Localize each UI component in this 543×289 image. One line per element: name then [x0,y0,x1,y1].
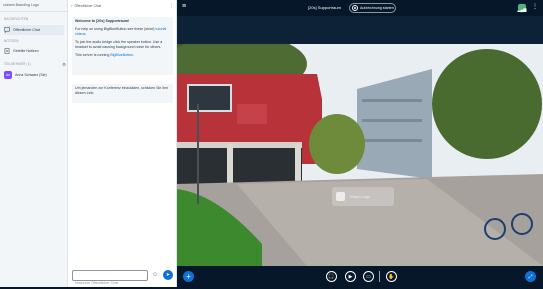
watermark-text: Vitapin Logo [350,194,370,199]
welcome-server: This server is running BigBlueButton. [75,53,135,57]
record-button[interactable]: Aufzeichnung starten [349,3,396,13]
emoji-icon[interactable]: ☺ [152,272,158,278]
chat-message-input[interactable] [73,278,147,288]
headset-icon[interactable]: 🎧 [326,271,337,282]
desktop-share-icon[interactable]: ▭ [363,271,374,282]
chat-input-wrapper [72,270,148,288]
sidebar-item-shared-notes[interactable]: Geteilte Notizen [4,46,64,56]
avatar: An [4,71,12,79]
send-icon: ➤ [165,272,171,278]
welcome-message: Welcome to [20s] Supportraum! For help o… [72,17,173,75]
notes-icon [4,48,10,54]
sidebar-item-label: Öffentlicher Chat [13,28,40,32]
kebab-icon[interactable]: ⋮ [169,3,174,9]
sidebar-item-public-chat[interactable]: Öffentlicher Chat [4,25,64,35]
actions-bar [177,266,543,287]
options-kebab-icon[interactable]: ⋮ [532,3,538,10]
user-list-panel: custom Branding Logo NACHRICHTEN Öffentl… [0,0,68,287]
camera-icon[interactable]: ▶ [345,271,356,282]
send-button[interactable]: ➤ [163,270,173,280]
chat-title: Öffentlicher Chat [74,4,102,8]
fullscreen-icon[interactable]: ⤢ [525,271,536,282]
welcome-audio: To join the audio bridge click the speak… [75,40,163,49]
welcome-help: For help on using BigBlueButton see thes… [75,27,167,36]
user-name: Anna Schwarz (Sie) [15,73,47,77]
notes-heading: NOTIZEN [4,39,19,43]
record-icon [352,5,358,11]
hand-icon[interactable]: ✋ [386,271,397,282]
record-label: Aufzeichnung starten [360,6,394,10]
user-list-item[interactable]: An Anna Schwarz (Sie) [4,70,64,80]
chat-hide-button[interactable]: ‹ Öffentlicher Chat [71,4,101,8]
chat-icon [4,27,10,33]
chevron-left-icon: ‹ [71,4,73,8]
invite-message: Um jemanden zur Konferenz einzuladen, sc… [72,84,173,103]
divider [0,11,67,12]
bbb-link[interactable]: BigBlueButton [110,53,133,57]
chat-panel: ‹ Öffentlicher Chat ⋮ Welcome to [20s] S… [68,0,177,287]
divider [379,271,380,282]
invite-text: Um jemanden zur Konferenz einzuladen, sc… [75,86,169,95]
messages-heading: NACHRICHTEN [4,17,29,21]
branding-logo: custom Branding Logo [3,3,39,7]
watermark-logo: Vitapin Logo [332,187,394,206]
connection-status-icon[interactable]: ▂▄▆ [518,4,527,12]
presentation-area: Vitapin Logo [177,16,543,266]
plus-icon[interactable]: + [183,271,194,282]
gear-icon[interactable]: ⚙ [62,62,66,68]
screenshare-video [177,44,543,266]
room-title: [20s] Supportraum [308,5,341,10]
welcome-title: Welcome to [20s] Supportraum! [75,19,130,23]
sidebar-item-label: Geteilte Notizen [13,49,39,53]
users-heading: TEILNEHMER (1) [4,62,31,66]
logo-icon [336,192,345,201]
hamburger-icon[interactable]: ≡ [182,3,186,10]
